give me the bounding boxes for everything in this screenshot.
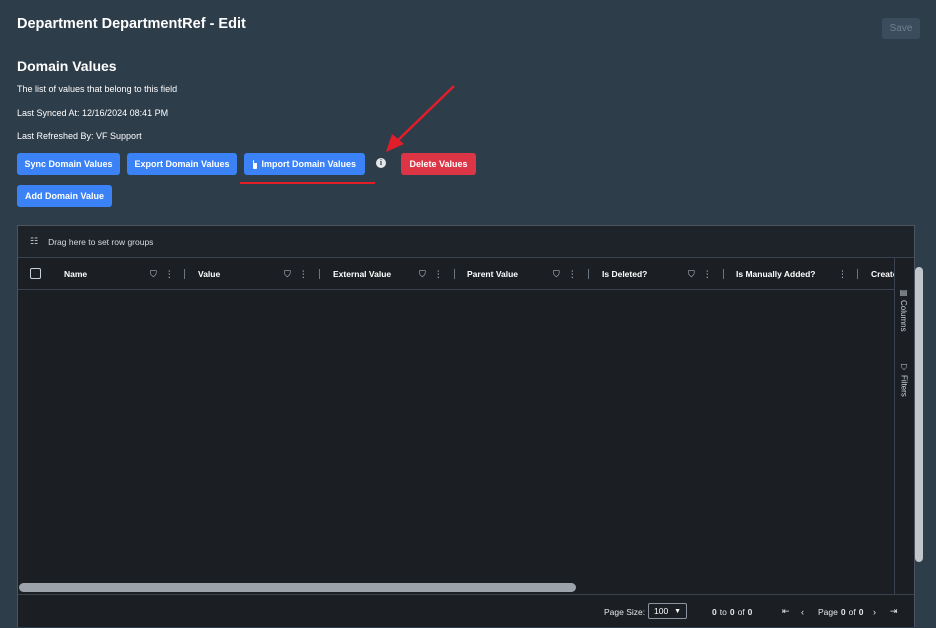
row-range: 0 to 0 of 0 xyxy=(712,595,752,628)
add-domain-value-button[interactable]: Add Domain Value xyxy=(17,185,112,207)
column-tools: ⛉ ⋮ xyxy=(553,258,577,289)
range-total: 0 xyxy=(747,606,753,617)
column-header-external-value[interactable]: External Value xyxy=(333,258,392,289)
range-of-word: of xyxy=(737,606,745,617)
column-header-value[interactable]: Value xyxy=(198,258,221,289)
page-total: 0 xyxy=(858,606,864,617)
vertical-scrollbar[interactable] xyxy=(915,267,923,562)
menu-icon[interactable]: ⋮ xyxy=(434,269,443,280)
page-of-word: of xyxy=(848,606,856,617)
column-tools: ⋮ xyxy=(838,258,847,289)
column-header-create[interactable]: Create xyxy=(871,258,894,289)
column-label: Value xyxy=(198,269,221,279)
page-size-label: Page Size: xyxy=(604,606,646,617)
column-label: External Value xyxy=(333,269,392,279)
menu-icon[interactable]: ⋮ xyxy=(838,269,847,280)
range-from: 0 xyxy=(712,606,717,617)
columns-tab-label: Columns xyxy=(899,300,908,332)
column-resize-handle[interactable] xyxy=(319,269,320,279)
grid-footer: Page Size: 100 ▼ 0 to 0 of 0 ⇤ ‹ Page 0 … xyxy=(18,594,914,627)
row-group-bar[interactable]: ☷ Drag here to set row groups xyxy=(18,226,914,258)
page-size-select[interactable]: 100 ▼ xyxy=(648,603,687,619)
column-tools: ⛉ ⋮ xyxy=(419,258,443,289)
annotation-underline xyxy=(240,182,375,184)
page-word: Page xyxy=(818,606,838,617)
column-label: Create xyxy=(871,269,894,279)
column-tools: ⛉ ⋮ xyxy=(284,258,308,289)
next-page-icon[interactable]: › xyxy=(873,595,876,628)
range-to-word: to xyxy=(719,606,727,617)
section-description: The list of values that belong to this f… xyxy=(17,84,178,94)
column-resize-handle[interactable] xyxy=(857,269,858,279)
column-label: Is Deleted? xyxy=(602,269,648,279)
column-label: Parent Value xyxy=(467,269,519,279)
sync-label: Sync Domain Values xyxy=(24,159,113,169)
chevron-down-icon: ▼ xyxy=(674,607,681,615)
filter-icon[interactable]: ⛉ xyxy=(284,269,291,280)
filter-icon: ⛉ xyxy=(900,364,909,372)
filter-icon[interactable]: ⛉ xyxy=(553,269,560,280)
page-size-value: 100 xyxy=(654,606,669,616)
filters-tab[interactable]: ⛉ Filters xyxy=(899,364,910,397)
page-title: Department DepartmentRef - Edit xyxy=(17,16,246,32)
filter-icon[interactable]: ⛉ xyxy=(688,269,695,280)
columns-icon: ▤ xyxy=(899,288,908,297)
row-group-hint: Drag here to set row groups xyxy=(48,236,154,247)
select-all-checkbox[interactable] xyxy=(30,268,41,279)
grid-header-row: Name ⛉ ⋮ Value ⛉ ⋮ External Value ⛉ ⋮ Paren… xyxy=(18,258,894,290)
column-resize-handle[interactable] xyxy=(588,269,589,279)
filter-icon[interactable]: ⛉ xyxy=(150,269,157,280)
column-resize-handle[interactable] xyxy=(723,269,724,279)
page-current: 0 xyxy=(840,606,846,617)
page-indicator: Page 0 of 0 xyxy=(818,595,863,628)
import-domain-values-button[interactable]: Import Domain Values xyxy=(244,153,365,175)
last-refreshed: Last Refreshed By: VF Support xyxy=(17,131,142,141)
menu-icon[interactable]: ⋮ xyxy=(299,269,308,280)
range-to: 0 xyxy=(729,606,735,617)
add-label: Add Domain Value xyxy=(25,191,105,201)
filter-icon[interactable]: ⛉ xyxy=(419,269,426,280)
column-header-is-manually-added[interactable]: Is Manually Added? xyxy=(736,258,816,289)
menu-icon[interactable]: ⋮ xyxy=(568,269,577,280)
annotation-arrow xyxy=(386,85,455,152)
section-title: Domain Values xyxy=(17,58,117,74)
export-domain-values-button[interactable]: Export Domain Values xyxy=(127,153,237,175)
export-label: Export Domain Values xyxy=(134,159,230,169)
data-grid: ☷ Drag here to set row groups Name ⛉ ⋮ Va… xyxy=(17,225,923,627)
save-button[interactable]: Save xyxy=(882,18,920,39)
filters-tab-label: Filters xyxy=(899,375,909,397)
column-resize-handle[interactable] xyxy=(184,269,185,279)
first-page-icon[interactable]: ⇤ xyxy=(782,595,790,628)
menu-icon[interactable]: ⋮ xyxy=(703,269,712,280)
prev-page-icon[interactable]: ‹ xyxy=(801,595,804,628)
row-group-icon: ☷ xyxy=(30,236,39,246)
menu-icon[interactable]: ⋮ xyxy=(165,269,174,280)
column-tools: ⛉ ⋮ xyxy=(688,258,712,289)
last-synced: Last Synced At: 12/16/2024 08:41 PM xyxy=(17,108,169,118)
column-header-name[interactable]: Name xyxy=(64,258,88,289)
column-tools: ⛉ ⋮ xyxy=(150,258,174,289)
column-label: Is Manually Added? xyxy=(736,269,816,279)
sync-domain-values-button[interactable]: Sync Domain Values xyxy=(17,153,120,175)
column-label: Name xyxy=(64,269,88,279)
column-header-parent-value[interactable]: Parent Value xyxy=(467,258,519,289)
file-icon xyxy=(253,159,258,169)
columns-tab[interactable]: ▤ Columns xyxy=(899,288,908,332)
side-panel: ▤ Columns ⛉ Filters xyxy=(894,258,914,594)
import-label: Import Domain Values xyxy=(261,159,356,169)
horizontal-scrollbar[interactable] xyxy=(19,583,576,592)
column-header-is-deleted[interactable]: Is Deleted? xyxy=(602,258,648,289)
column-resize-handle[interactable] xyxy=(454,269,455,279)
last-page-icon[interactable]: ⇥ xyxy=(890,595,898,628)
